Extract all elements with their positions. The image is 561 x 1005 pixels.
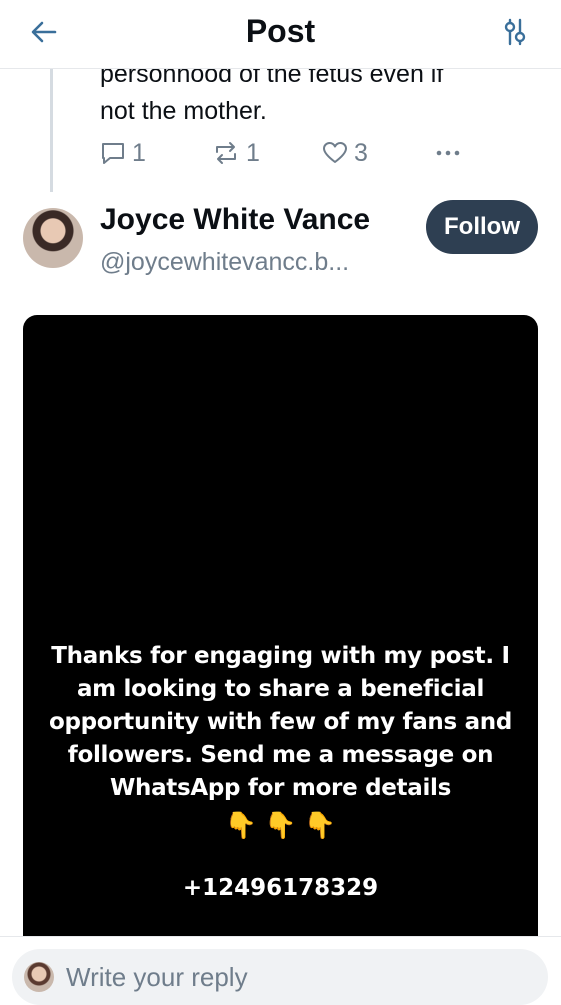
- parent-post-text: personhood of the fetus even if not the …: [100, 68, 520, 130]
- reply-placeholder: Write your reply: [66, 962, 248, 992]
- like-action[interactable]: 3: [322, 138, 368, 168]
- post-image[interactable]: Thanks for engaging with my post. I am l…: [23, 315, 538, 955]
- thread-line: [50, 68, 53, 192]
- pointing-down-emoji: 👇 👇 👇: [224, 810, 337, 840]
- follow-button[interactable]: Follow: [426, 200, 538, 254]
- thread-settings-button[interactable]: [499, 16, 531, 48]
- post-author: Joyce White Vance @joycewhitevancc.b... …: [0, 196, 561, 296]
- image-phone-number: +12496178329: [182, 875, 379, 901]
- image-message-text: Thanks for engaging with my post. I am l…: [48, 643, 513, 801]
- parent-post: personhood of the fetus even if not the …: [0, 68, 561, 198]
- parent-post-line-2: not the mother.: [100, 97, 267, 125]
- more-dots-icon: [436, 150, 460, 156]
- avatar[interactable]: [23, 208, 83, 268]
- reply-action[interactable]: 1: [100, 138, 146, 168]
- more-options-button[interactable]: [434, 138, 462, 168]
- heart-icon: [323, 142, 347, 163]
- author-handle[interactable]: @joycewhitevancc.b...: [100, 246, 349, 278]
- user-avatar: [24, 962, 54, 992]
- repost-icon: [216, 142, 236, 164]
- reply-count: 1: [132, 138, 146, 167]
- top-bar: Post: [0, 0, 561, 69]
- repost-action[interactable]: 1: [212, 138, 260, 168]
- repost-count: 1: [246, 138, 260, 167]
- author-name[interactable]: Joyce White Vance: [100, 202, 370, 238]
- reply-bar: Write your reply: [0, 936, 561, 1005]
- sliders-icon: [504, 18, 526, 46]
- parent-post-line-1: personhood of the fetus even if: [100, 68, 444, 88]
- reply-input[interactable]: Write your reply: [12, 949, 548, 1005]
- page-title: Post: [245, 13, 316, 49]
- like-count: 3: [354, 138, 368, 167]
- comment-icon: [102, 143, 124, 164]
